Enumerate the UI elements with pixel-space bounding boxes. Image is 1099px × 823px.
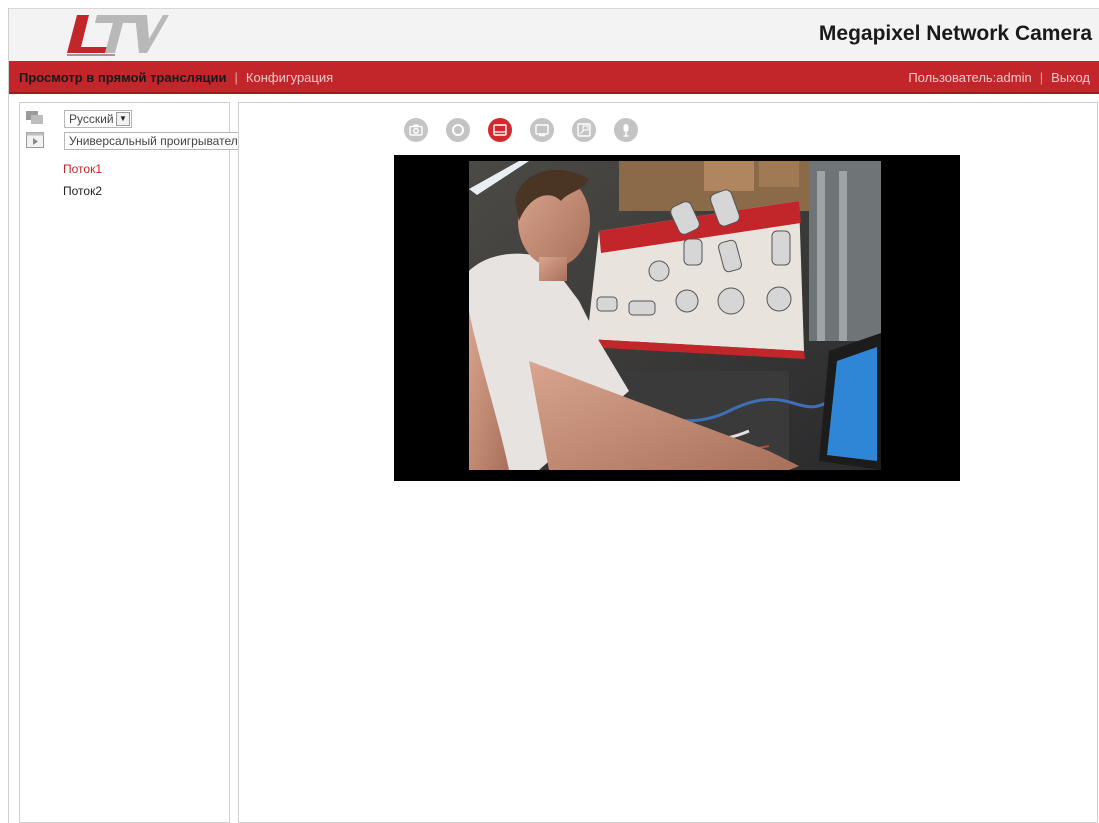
record-button[interactable]	[446, 118, 470, 142]
record-icon	[452, 124, 464, 136]
player-icon	[26, 132, 44, 148]
language-value: Русский	[69, 112, 114, 126]
language-icon	[26, 111, 43, 124]
player-select[interactable]: Универсальный проигрыватель	[64, 132, 250, 150]
ltv-logo	[67, 15, 169, 56]
logout-link[interactable]: Выход	[1051, 70, 1090, 85]
microphone-icon	[623, 124, 629, 137]
microphone-button[interactable]	[614, 118, 638, 142]
window-icon	[493, 124, 507, 136]
stream-item-2[interactable]: Поток2	[63, 184, 102, 198]
nav-live-view[interactable]: Просмотр в прямой трансляции	[19, 70, 227, 85]
nav-right: Пользователь:admin | Выход	[908, 70, 1090, 85]
language-select[interactable]: Русский ▼	[64, 110, 132, 128]
nav-left: Просмотр в прямой трансляции | Конфигураци…	[19, 70, 333, 85]
nav-separator: |	[1039, 70, 1044, 85]
fullscreen-button[interactable]	[572, 118, 596, 142]
nav-configuration[interactable]: Конфигурация	[246, 70, 333, 85]
video-frame	[469, 161, 881, 470]
live-video-area[interactable]	[394, 155, 960, 481]
chevron-down-icon[interactable]: ▼	[116, 112, 130, 126]
nav-separator: |	[234, 70, 238, 85]
header: Megapixel Network Camera	[9, 8, 1099, 61]
stream-item-1[interactable]: Поток1	[63, 162, 102, 176]
main-panel	[238, 102, 1098, 823]
app-title: Megapixel Network Camera	[818, 22, 1092, 45]
navbar: Просмотр в прямой трансляции | Конфигураци…	[9, 61, 1099, 94]
fullscreen-icon	[577, 123, 591, 137]
user-label: Пользователь:admin	[908, 70, 1032, 85]
fit-window-button[interactable]	[530, 118, 554, 142]
monitor-icon	[535, 124, 549, 137]
camera-icon	[409, 124, 423, 136]
app-frame: Megapixel Network Camera Просмотр в прям…	[8, 8, 1099, 823]
sidebar: Русский ▼ Универсальный проигрыватель По…	[19, 102, 250, 823]
snapshot-button[interactable]	[404, 118, 428, 142]
original-size-button[interactable]	[488, 118, 512, 142]
